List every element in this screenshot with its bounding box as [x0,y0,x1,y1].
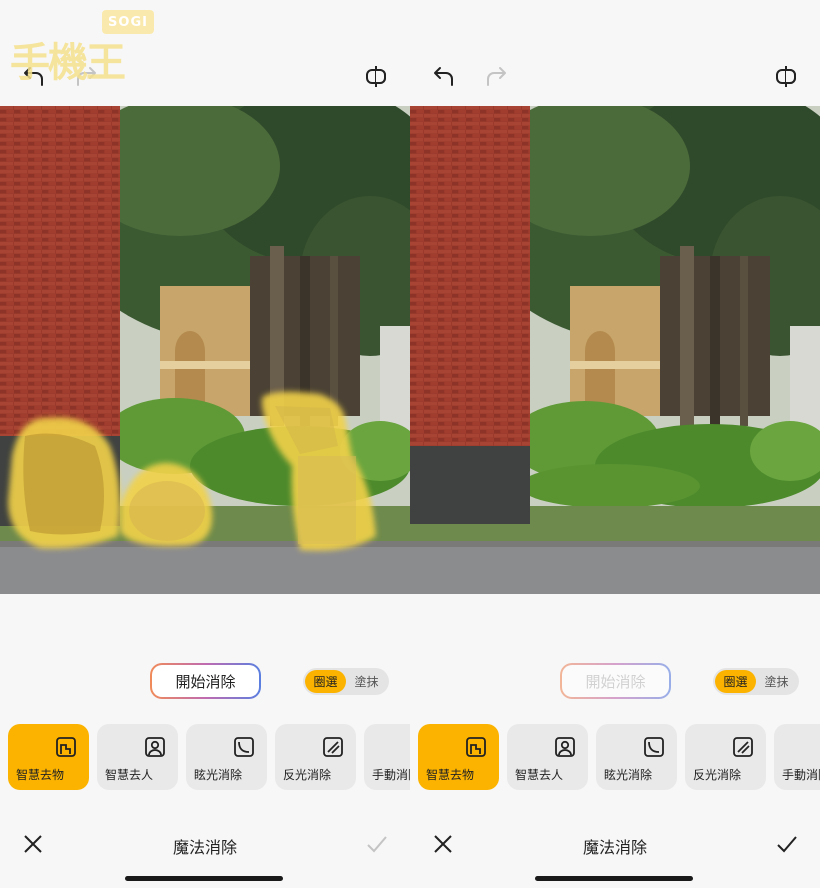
tool-manual-erase[interactable]: 手動消除 [364,724,410,790]
screen-title: 魔法消除 [172,838,237,857]
person-frame-icon [555,737,575,757]
bottom-bar: 魔法消除 [410,826,820,862]
tool-label: 反光消除 [693,768,742,782]
reflection-icon [323,737,343,757]
selection-mode-toggle[interactable]: 圈選 塗抹 [303,668,389,695]
smart-remove-icon [56,737,76,757]
reflection-icon [733,737,753,757]
tool-label: 眩光消除 [194,768,243,782]
home-indicator[interactable] [535,876,693,881]
compare-button[interactable] [358,58,394,94]
confirm-check-icon[interactable] [365,832,389,856]
compare-icon [366,66,386,87]
bottom-bar: 魔法消除 [0,826,410,862]
start-erase-button[interactable]: 開始消除 [560,663,671,699]
tool-remove-person[interactable]: 智慧去人 [507,724,588,790]
editor-panel-before: 開始消除 圈選 塗抹 智慧去物 智慧去人 眩光消除 反光消除 手動消除 魔法消除 [0,0,410,888]
redo-icon [487,67,506,86]
tool-smart-remove[interactable]: 智慧去物 [8,724,89,790]
tool-smart-remove[interactable]: 智慧去物 [418,724,499,790]
redo-button[interactable] [478,58,514,94]
watermark-text: 手機王 [10,39,126,86]
action-row: 開始消除 圈選 塗抹 [0,662,410,702]
editor-panel-after: 開始消除 圈選 塗抹 智慧去物 智慧去人 眩光消除 反光消除 手動消除 魔法消除 [410,0,820,888]
undo-button[interactable] [426,58,462,94]
tool-remove-person[interactable]: 智慧去人 [97,724,178,790]
tool-label: 眩光消除 [604,768,653,782]
tool-manual-erase[interactable]: 手動消除 [774,724,820,790]
tool-glare-remove[interactable]: 眩光消除 [596,724,677,790]
mode-brush[interactable]: 塗抹 [346,670,387,693]
smart-remove-icon [466,737,486,757]
start-erase-button[interactable]: 開始消除 [150,663,261,699]
tool-label: 智慧去物 [16,768,65,782]
mode-lasso[interactable]: 圈選 [305,670,346,693]
tool-glare-remove[interactable]: 眩光消除 [186,724,267,790]
undo-icon [434,67,453,86]
mode-lasso[interactable]: 圈選 [715,670,756,693]
home-indicator[interactable] [125,876,283,881]
tool-label: 智慧去人 [105,768,154,782]
mode-brush[interactable]: 塗抹 [756,670,797,693]
glare-icon [644,737,664,757]
scene-image [0,106,410,594]
compare-icon [776,66,796,87]
selection-mode-toggle[interactable]: 圈選 塗抹 [713,668,799,695]
scene-image-result [410,106,820,594]
action-row: 開始消除 圈選 塗抹 [410,662,820,702]
tool-label: 手動消除 [372,768,410,782]
glare-icon [234,737,254,757]
photo-canvas[interactable] [0,106,410,594]
confirm-check-icon[interactable] [775,832,799,856]
tool-reflection-remove[interactable]: 反光消除 [685,724,766,790]
tool-carousel[interactable]: 智慧去物 智慧去人 眩光消除 反光消除 手動消除 [418,724,820,790]
photo-canvas[interactable] [410,106,820,594]
tool-label: 反光消除 [283,768,332,782]
person-frame-icon [145,737,165,757]
screen-title: 魔法消除 [582,838,647,857]
top-toolbar [410,58,820,98]
tool-label: 智慧去人 [515,768,564,782]
compare-button[interactable] [768,58,804,94]
tool-label: 智慧去物 [426,768,475,782]
tool-reflection-remove[interactable]: 反光消除 [275,724,356,790]
tool-carousel[interactable]: 智慧去物 智慧去人 眩光消除 反光消除 手動消除 [8,724,410,790]
watermark-logo: SOGI 手機王 [4,6,160,96]
tool-label: 手動消除 [782,768,820,782]
